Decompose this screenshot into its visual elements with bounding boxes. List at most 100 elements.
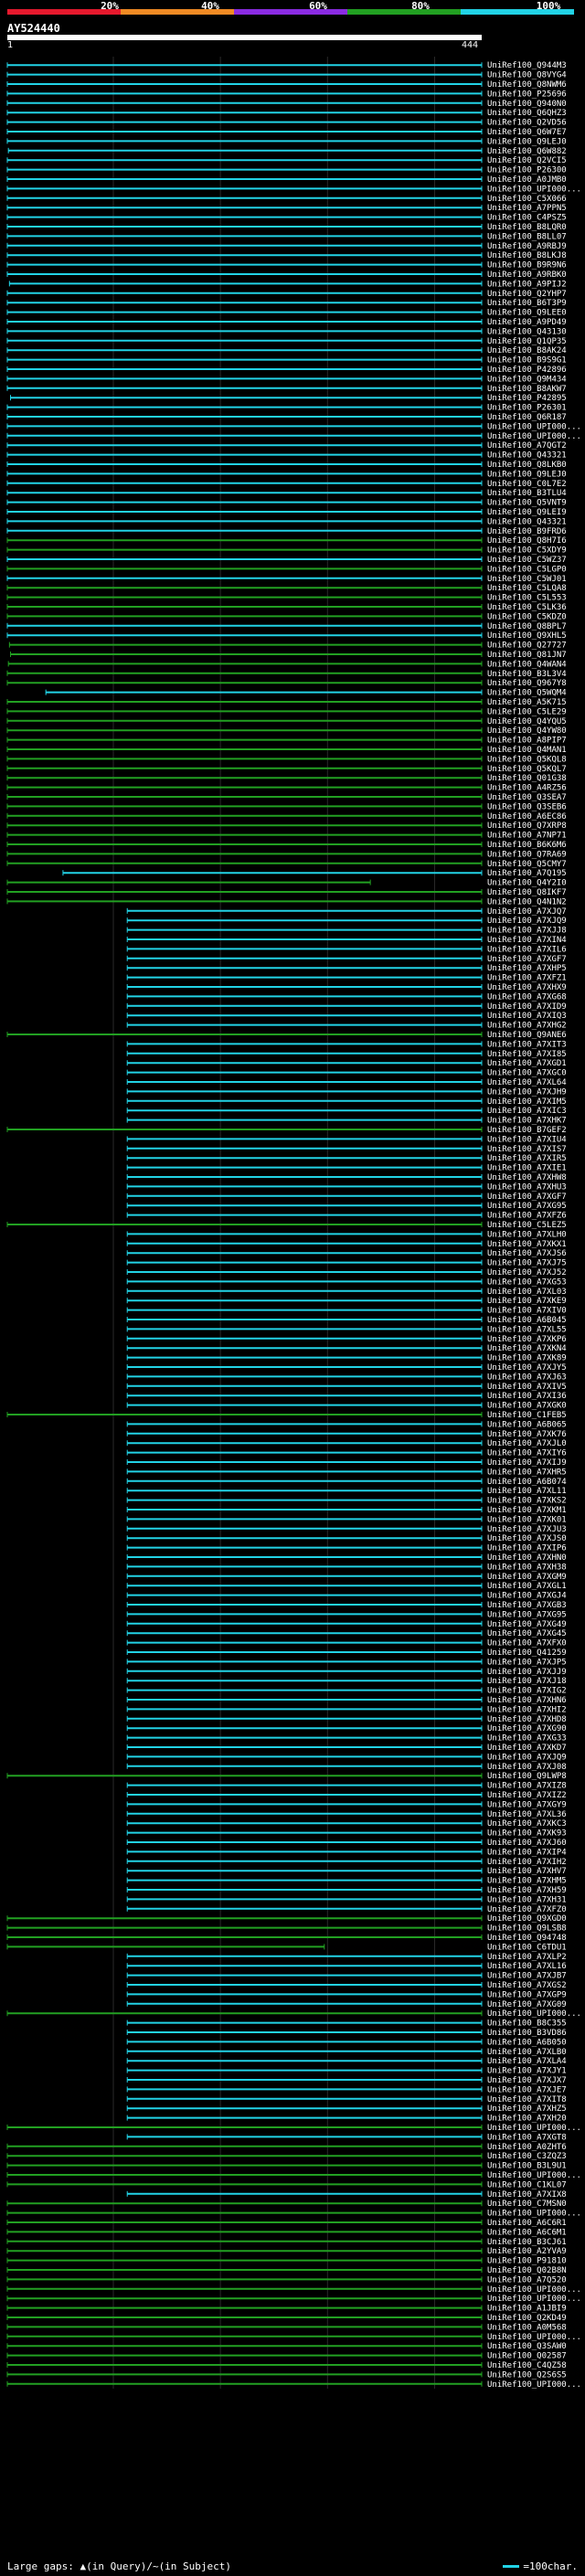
hit-row[interactable]: UniRef100_A7XHN0: [126, 1553, 567, 1563]
hit-row[interactable]: UniRef100_A7XHP5: [126, 964, 567, 973]
hit-label[interactable]: UniRef100_A7XH59: [487, 1886, 567, 1895]
hit-label[interactable]: UniRef100_A7XGD1: [487, 1059, 567, 1068]
hit-row[interactable]: UniRef100_A7XFZ1: [126, 974, 567, 983]
hit-label[interactable]: UniRef100_A7XI36: [487, 1392, 567, 1401]
hit-row[interactable]: UniRef100_A2YVA9: [6, 2247, 567, 2256]
hit-label[interactable]: UniRef100_P25696: [487, 90, 567, 99]
hit-label[interactable]: UniRef100_Q3SEA7: [487, 793, 567, 802]
hit-row[interactable]: UniRef100_Q967Y8: [6, 679, 567, 688]
hit-label[interactable]: UniRef100_A7XJY5: [487, 1363, 567, 1373]
hit-row[interactable]: UniRef100_A7XJ63: [126, 1373, 567, 1382]
hit-label[interactable]: UniRef100_A6EC86: [487, 812, 567, 822]
hit-label[interactable]: UniRef100_A7XFZ6: [487, 1212, 567, 1221]
hit-label[interactable]: UniRef100_Q5KQL8: [487, 755, 567, 764]
hit-row[interactable]: UniRef100_Q02587: [6, 2352, 567, 2361]
hit-row[interactable]: UniRef100_A7XIS7: [126, 1145, 567, 1154]
hit-label[interactable]: UniRef100_UPI000...: [487, 2210, 581, 2219]
hit-label[interactable]: UniRef100_A7XJH9: [487, 1087, 567, 1097]
hit-row[interactable]: UniRef100_Q9LEJ0: [6, 470, 567, 479]
hit-row[interactable]: UniRef100_A7XJU3: [126, 1525, 567, 1534]
hit-label[interactable]: UniRef100_C4QZ58: [487, 2361, 567, 2370]
hit-label[interactable]: UniRef100_A7XG09: [487, 2000, 567, 2009]
hit-label[interactable]: UniRef100_A7XJ75: [487, 1259, 567, 1268]
hit-label[interactable]: UniRef100_Q4N1N2: [487, 897, 567, 906]
hit-label[interactable]: UniRef100_A7XIV5: [487, 1383, 567, 1392]
hit-row[interactable]: UniRef100_Q9LEI9: [6, 508, 567, 517]
hit-label[interactable]: UniRef100_B3TLU4: [487, 489, 567, 498]
hit-label[interactable]: UniRef100_A7XKD7: [487, 1744, 567, 1753]
hit-row[interactable]: UniRef100_A9RBJ9: [6, 242, 567, 251]
hit-row[interactable]: UniRef100_P26300: [6, 166, 567, 175]
hit-label[interactable]: UniRef100_P42896: [487, 366, 567, 375]
hit-label[interactable]: UniRef100_Q3SAW0: [487, 2342, 567, 2351]
hit-row[interactable]: UniRef100_A7QGT2: [6, 441, 567, 451]
hit-label[interactable]: UniRef100_A7XGP9: [487, 1990, 567, 1999]
hit-label[interactable]: UniRef100_A7XH38: [487, 1563, 567, 1572]
hit-row[interactable]: UniRef100_A7XG90: [126, 1724, 567, 1733]
hit-row[interactable]: UniRef100_Q9M434: [6, 375, 567, 384]
hit-row[interactable]: UniRef100_UPI000...: [6, 2171, 581, 2180]
hit-row[interactable]: UniRef100_A7XH31: [126, 1895, 567, 1904]
hit-label[interactable]: UniRef100_A7XJJ9: [487, 1668, 567, 1677]
hit-label[interactable]: UniRef100_UPI000...: [487, 2171, 581, 2180]
hit-label[interactable]: UniRef100_A7XFZ1: [487, 974, 567, 983]
hit-label[interactable]: UniRef100_Q967Y8: [487, 679, 567, 688]
hit-row[interactable]: UniRef100_A1JBI9: [6, 2305, 567, 2314]
hit-label[interactable]: UniRef100_A7XJX7: [487, 2076, 567, 2085]
hit-label[interactable]: UniRef100_A7XJU3: [487, 1525, 567, 1534]
hit-label[interactable]: UniRef100_A7PPN5: [487, 204, 567, 213]
hit-label[interactable]: UniRef100_A5K715: [487, 698, 567, 707]
hit-row[interactable]: UniRef100_C5LQA8: [6, 584, 567, 593]
hit-row[interactable]: UniRef100_A7XL36: [126, 1810, 567, 1819]
hit-label[interactable]: UniRef100_B3L3V4: [487, 670, 567, 679]
hit-label[interactable]: UniRef100_A7XIZ2: [487, 1791, 567, 1800]
hit-row[interactable]: UniRef100_A9PD49: [6, 318, 567, 327]
hit-label[interactable]: UniRef100_Q2KD49: [487, 2314, 567, 2323]
hit-row[interactable]: UniRef100_C5WJ01: [6, 575, 567, 584]
hit-label[interactable]: UniRef100_B3VD86: [487, 2029, 567, 2038]
hit-row[interactable]: UniRef100_C5WZ37: [6, 556, 567, 565]
hit-label[interactable]: UniRef100_Q6QHZ3: [487, 109, 567, 118]
hit-label[interactable]: UniRef100_A7XGB3: [487, 1601, 567, 1610]
hit-label[interactable]: UniRef100_Q4YW80: [487, 726, 567, 736]
hit-label[interactable]: UniRef100_A7XLA4: [487, 2057, 567, 2066]
hit-label[interactable]: UniRef100_A7XIJ9: [487, 1458, 567, 1468]
hit-row[interactable]: UniRef100_A7XHD8: [126, 1715, 567, 1724]
hit-row[interactable]: UniRef100_Q4Y2I0: [6, 879, 567, 888]
hit-label[interactable]: UniRef100_Q7RA69: [487, 850, 567, 859]
hit-label[interactable]: UniRef100_A7XIE1: [487, 1164, 567, 1173]
hit-label[interactable]: UniRef100_A6B050: [487, 2038, 567, 2047]
hit-label[interactable]: UniRef100_A7XJS0: [487, 1534, 567, 1543]
hit-row[interactable]: UniRef100_A7XG68: [126, 992, 567, 1002]
hit-row[interactable]: UniRef100_A9PIJ2: [8, 280, 567, 289]
hit-label[interactable]: UniRef100_C5WJ01: [487, 575, 567, 584]
hit-label[interactable]: UniRef100_A7XHU3: [487, 1182, 567, 1192]
hit-row[interactable]: UniRef100_B3VD86: [126, 2029, 567, 2038]
hit-row[interactable]: UniRef100_Q6R187: [6, 413, 567, 422]
hit-label[interactable]: UniRef100_A7XLP2: [487, 1953, 567, 1962]
hit-row[interactable]: UniRef100_A7XIV0: [126, 1307, 567, 1316]
hit-row[interactable]: UniRef100_A0ZHT6: [6, 2143, 567, 2152]
hit-label[interactable]: UniRef100_A7XIX8: [487, 2190, 567, 2200]
hit-row[interactable]: UniRef100_A7XLA4: [126, 2057, 567, 2066]
hit-row[interactable]: UniRef100_A7XIN4: [126, 936, 567, 945]
hit-row[interactable]: UniRef100_A7XGM9: [126, 1573, 567, 1582]
hit-label[interactable]: UniRef100_Q6R187: [487, 413, 567, 422]
hit-label[interactable]: UniRef100_C5LQA8: [487, 584, 567, 593]
hit-label[interactable]: UniRef100_A7XIT3: [487, 1040, 567, 1049]
hit-label[interactable]: UniRef100_A7XL11: [487, 1487, 567, 1496]
hit-label[interactable]: UniRef100_A7XIV0: [487, 1307, 567, 1316]
hit-row[interactable]: UniRef100_A0M568: [6, 2323, 567, 2332]
hit-row[interactable]: UniRef100_C5LGP0: [6, 565, 567, 574]
hit-label[interactable]: UniRef100_A7QGT2: [487, 441, 567, 451]
hit-row[interactable]: UniRef100_A8PIP7: [6, 737, 567, 746]
hit-row[interactable]: UniRef100_A7XIY6: [126, 1449, 567, 1458]
hit-label[interactable]: UniRef100_B8LQR0: [487, 223, 567, 232]
hit-label[interactable]: UniRef100_C5LK36: [487, 603, 567, 612]
hit-row[interactable]: UniRef100_Q8H7I6: [6, 536, 567, 546]
hit-row[interactable]: UniRef100_A7XGJ4: [126, 1592, 567, 1601]
hit-label[interactable]: UniRef100_UPI000...: [487, 2380, 581, 2390]
hit-row[interactable]: UniRef100_A7XL11: [126, 1487, 567, 1496]
hit-label[interactable]: UniRef100_A4RZ56: [487, 784, 567, 793]
hit-row[interactable]: UniRef100_Q41259: [126, 1648, 567, 1658]
